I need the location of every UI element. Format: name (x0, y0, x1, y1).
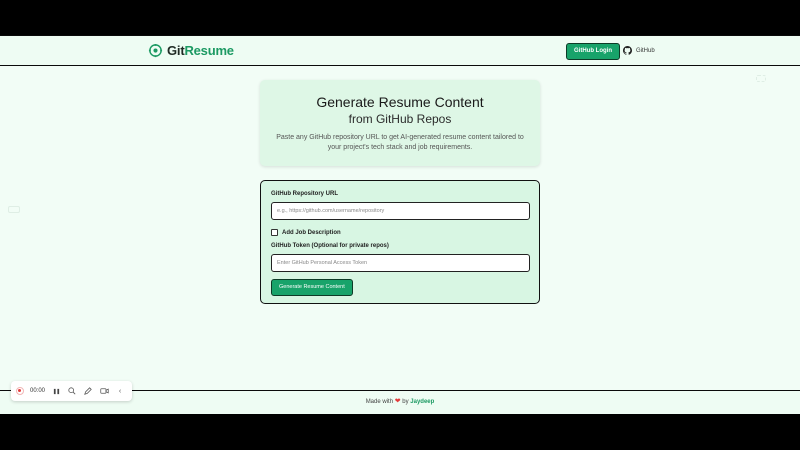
footer-author[interactable]: Jaydeep (410, 399, 434, 405)
page-subtitle: from GitHub Repos (348, 112, 452, 126)
record-icon[interactable] (16, 387, 24, 395)
pause-icon[interactable] (51, 386, 61, 396)
github-icon (623, 46, 632, 55)
job-description-checkbox[interactable] (271, 229, 278, 236)
repo-url-input[interactable] (271, 202, 530, 220)
letterbox-bottom (0, 414, 800, 450)
decor-shape (756, 75, 766, 82)
heart-icon: ❤ (394, 398, 401, 405)
app-screen: GitResume GitHub Login GitHub Generate R… (0, 35, 800, 414)
generate-resume-button[interactable]: Generate Resume Content (271, 279, 353, 296)
recording-timer: 00:00 (30, 388, 46, 394)
repo-url-label: GitHub Repository URL (271, 191, 338, 197)
hero-card: Generate Resume Content from GitHub Repo… (260, 80, 540, 166)
zoom-icon[interactable] (67, 386, 77, 396)
screen-recorder-toolbar: 00:00 ‹ (11, 381, 132, 401)
github-link[interactable]: GitHub (623, 46, 655, 55)
footer-by: by (402, 399, 409, 405)
camera-icon[interactable] (99, 386, 109, 396)
token-label: GitHub Token (Optional for private repos… (271, 243, 389, 249)
page-description: Paste any GitHub repository URL to get A… (276, 134, 524, 151)
collapse-icon[interactable]: ‹ (115, 386, 125, 396)
github-link-label: GitHub (636, 47, 655, 54)
page-title: Generate Resume Content (316, 94, 484, 110)
decor-shape (8, 206, 20, 213)
job-description-label: Add Job Description (282, 229, 341, 236)
logo-icon (148, 43, 163, 58)
brand-logo[interactable]: GitResume (148, 43, 234, 58)
job-description-toggle[interactable]: Add Job Description (271, 229, 529, 236)
github-login-button[interactable]: GitHub Login (566, 43, 620, 60)
top-navbar: GitResume GitHub Login GitHub (0, 35, 800, 66)
github-token-input[interactable] (271, 254, 530, 272)
footer-made-with: Made with (365, 399, 394, 405)
brand-name: GitResume (167, 43, 234, 58)
letterbox-top (0, 0, 800, 35)
resume-form: GitHub Repository URL Add Job Descriptio… (260, 180, 540, 304)
pen-icon[interactable] (83, 386, 93, 396)
